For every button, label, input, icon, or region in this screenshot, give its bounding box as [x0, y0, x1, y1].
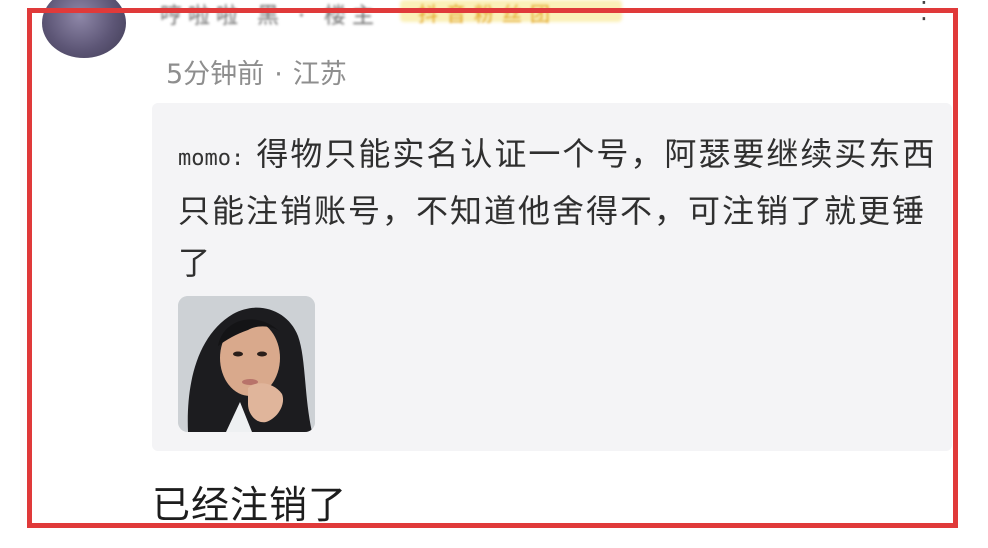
reply-text: 已经注销了 — [152, 483, 348, 527]
more-icon[interactable]: ⋮ — [912, 0, 936, 24]
comment-meta: 5分钟前 · 江苏 — [166, 52, 347, 91]
fan-badge-label: 抖音粉丝团 — [418, 2, 558, 26]
comment-screenshot: 哼啦啦 黑 · 楼主 抖音粉丝团 ⋮ 5分钟前 · 江苏 momo: 得物只能实名认… — [0, 0, 988, 548]
username[interactable]: 哼啦啦 黑 · 楼主 — [160, 0, 380, 30]
quoted-comment-text: momo: 得物只能实名认证一个号，阿瑟要继续买东西只能注销账号，不知道他舍得不… — [178, 128, 938, 289]
meta-separator: · — [274, 59, 283, 90]
comment-location: 江苏 — [292, 59, 347, 90]
avatar[interactable] — [42, 0, 126, 58]
comment-time: 5分钟前 — [166, 59, 265, 90]
quoted-image-thumbnail[interactable] — [178, 296, 315, 432]
portrait-photo — [178, 296, 315, 432]
quoted-body: 得物只能实名认证一个号，阿瑟要继续买东西只能注销账号，不知道他舍得不，可注销了就… — [178, 135, 937, 282]
quoted-author: momo: — [178, 146, 245, 171]
